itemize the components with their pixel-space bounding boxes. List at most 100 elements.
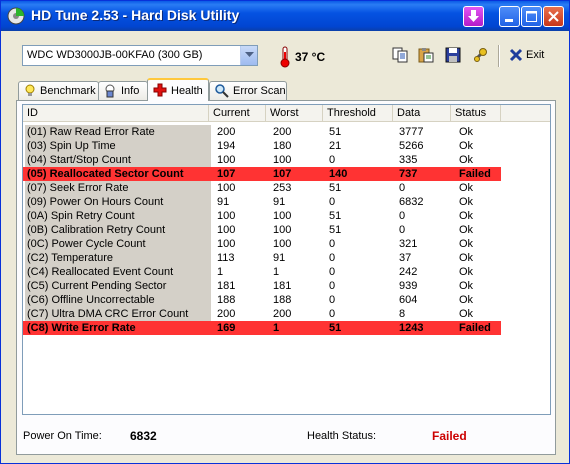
cell-threshold: 51 — [329, 210, 342, 222]
cell-current: 188 — [217, 294, 236, 306]
cell-worst: 91 — [273, 252, 286, 264]
table-row[interactable]: (C4) Reallocated Event Count 1 1 0 242 O… — [23, 265, 501, 279]
cell-id: (01) Raw Read Error Rate — [25, 125, 211, 139]
cell-current: 200 — [217, 308, 236, 320]
cell-worst: 100 — [273, 238, 292, 250]
save-icon[interactable] — [445, 47, 461, 63]
header-data[interactable]: Data — [393, 105, 451, 122]
paste-icon[interactable] — [418, 47, 434, 63]
title-bar[interactable]: HD Tune 2.53 - Hard Disk Utility — [1, 1, 569, 31]
close-button[interactable] — [543, 6, 564, 27]
cell-data: 0 — [399, 182, 406, 194]
copy-icon[interactable] — [392, 47, 408, 63]
cell-id: (0C) Power Cycle Count — [25, 237, 211, 251]
tab-error-scan[interactable]: Error Scan — [209, 81, 287, 100]
exit-label: Exit — [526, 49, 545, 61]
health-status-label: Health Status: — [307, 430, 377, 442]
thermometer-icon — [280, 46, 290, 68]
table-row[interactable]: (03) Spin Up Time 194 180 21 5266 Ok — [23, 139, 501, 153]
tab-info[interactable]: Info — [98, 81, 148, 100]
table-row[interactable]: (0B) Calibration Retry Count 100 100 51 … — [23, 223, 501, 237]
maximize-icon — [526, 11, 537, 22]
header-id[interactable]: ID — [23, 105, 209, 122]
tab-error-scan-label: Error Scan — [233, 85, 286, 97]
options-wrench-icon[interactable] — [472, 47, 488, 63]
cell-current: 181 — [217, 280, 236, 292]
cell-status: Ok — [459, 210, 474, 222]
table-row[interactable]: (01) Raw Read Error Rate 200 200 51 3777… — [23, 125, 501, 139]
cell-current: 100 — [217, 210, 236, 222]
table-row[interactable]: (0C) Power Cycle Count 100 100 0 321 Ok — [23, 237, 501, 251]
tab-benchmark[interactable]: Benchmark — [18, 81, 99, 100]
cell-threshold: 0 — [329, 294, 336, 306]
cell-data: 1243 — [399, 322, 424, 334]
tab-health-label: Health — [171, 85, 203, 97]
table-row[interactable]: (0A) Spin Retry Count 100 100 51 0 Ok — [23, 209, 501, 223]
tab-info-label: Info — [121, 85, 140, 97]
cell-threshold: 0 — [329, 308, 336, 320]
cell-id: (05) Reallocated Sector Count — [27, 168, 184, 180]
table-row[interactable]: (07) Seek Error Rate 100 253 51 0 Ok — [23, 181, 501, 195]
cell-id: (C4) Reallocated Event Count — [25, 265, 211, 279]
cell-threshold: 51 — [329, 322, 342, 334]
cell-id: (03) Spin Up Time — [25, 139, 211, 153]
health-status-value: Failed — [432, 429, 467, 443]
smart-table[interactable]: ID Current Worst Threshold Data Status (… — [22, 104, 551, 415]
header-worst[interactable]: Worst — [266, 105, 323, 122]
cell-worst: 91 — [273, 196, 286, 208]
cell-current: 1 — [217, 266, 224, 278]
cell-status: Ok — [459, 224, 474, 236]
table-row[interactable]: (C7) Ultra DMA CRC Error Count 200 200 0… — [23, 307, 501, 321]
tab-health[interactable]: Health — [147, 78, 209, 101]
cell-id: (09) Power On Hours Count — [25, 195, 211, 209]
table-row[interactable]: (C6) Offline Uncorrectable 188 188 0 604… — [23, 293, 501, 307]
cell-status: Ok — [459, 280, 474, 292]
cell-id: (C2) Temperature — [25, 251, 211, 265]
cell-worst: 200 — [273, 126, 292, 138]
cell-id: (C6) Offline Uncorrectable — [25, 293, 211, 307]
cell-data: 242 — [399, 266, 418, 278]
header-threshold[interactable]: Threshold — [323, 105, 393, 122]
tab-benchmark-label: Benchmark — [40, 85, 96, 97]
cell-current: 194 — [217, 140, 236, 152]
chevron-down-icon — [245, 52, 254, 57]
drive-select-arrow[interactable] — [240, 46, 257, 65]
table-row[interactable]: (C2) Temperature 113 91 0 37 Ok — [23, 251, 501, 265]
cell-id: (07) Seek Error Rate — [25, 181, 211, 195]
minimize-button[interactable] — [499, 6, 520, 27]
table-row[interactable]: (04) Start/Stop Count 100 100 0 335 Ok — [23, 153, 501, 167]
header-status[interactable]: Status — [451, 105, 501, 122]
cell-status: Ok — [459, 266, 474, 278]
table-row[interactable]: (C5) Current Pending Sector 181 181 0 93… — [23, 279, 501, 293]
cell-status: Ok — [459, 126, 474, 138]
close-icon — [548, 11, 559, 22]
cell-status: Ok — [459, 154, 474, 166]
exit-button[interactable]: Exit — [506, 47, 552, 65]
exit-x-icon — [509, 48, 523, 62]
maximize-button[interactable] — [521, 6, 542, 27]
cell-worst: 100 — [273, 210, 292, 222]
table-row[interactable]: (09) Power On Hours Count 91 91 0 6832 O… — [23, 195, 501, 209]
cell-id: (C8) Write Error Rate — [27, 322, 136, 334]
cell-current: 200 — [217, 126, 236, 138]
header-current[interactable]: Current — [209, 105, 266, 122]
cell-current: 100 — [217, 154, 236, 166]
cell-id: (C5) Current Pending Sector — [25, 279, 211, 293]
download-button[interactable] — [463, 6, 484, 27]
info-icon — [105, 84, 115, 98]
table-row[interactable]: (C8) Write Error Rate 169 1 51 1243 Fail… — [23, 321, 501, 335]
cell-worst: 107 — [273, 168, 292, 180]
cell-data: 8 — [399, 308, 406, 320]
cell-current: 100 — [217, 182, 236, 194]
app-window: HD Tune 2.53 - Hard Disk Utility WDC WD3… — [0, 0, 570, 464]
toolbar-separator — [498, 45, 500, 67]
window-title: HD Tune 2.53 - Hard Disk Utility — [31, 7, 240, 23]
table-row[interactable]: (05) Reallocated Sector Count 107 107 14… — [23, 167, 501, 181]
cell-status: Failed — [459, 168, 491, 180]
drive-select[interactable]: WDC WD3000JB-00KFA0 (300 GB) — [22, 45, 258, 66]
down-arrow-icon — [468, 10, 479, 22]
cell-status: Failed — [459, 322, 491, 334]
cell-status: Ok — [459, 238, 474, 250]
health-cross-icon — [153, 83, 167, 97]
cell-threshold: 0 — [329, 252, 336, 264]
